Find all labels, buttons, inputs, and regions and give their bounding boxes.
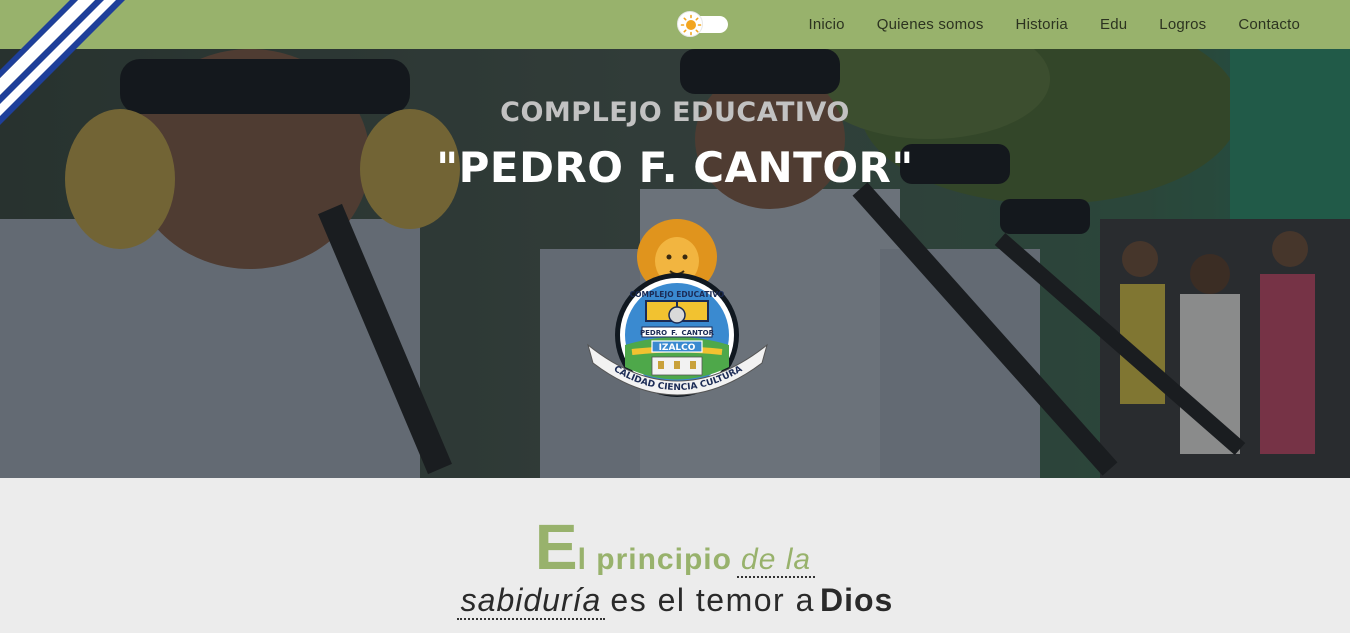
motto-part-5: Dios bbox=[819, 582, 894, 618]
navbar: Inicio Quienes somos Historia Edu Logros… bbox=[0, 0, 1350, 49]
mourning-ribbon bbox=[0, 0, 140, 140]
motto-part-1: l principio bbox=[577, 543, 732, 576]
nav-link-contacto[interactable]: Contacto bbox=[1238, 16, 1300, 33]
motto-part-2: de la bbox=[737, 543, 816, 578]
crest-name-text: PEDRO F. CANTOR bbox=[640, 329, 715, 337]
hero-subtitle: COMPLEJO EDUCATIVO bbox=[500, 97, 850, 128]
theme-toggle[interactable] bbox=[677, 11, 729, 37]
motto-part-3: sabiduría bbox=[456, 582, 606, 620]
motto-section: El principio de la sabiduría es el temor… bbox=[0, 478, 1350, 633]
nav-link-inicio[interactable]: Inicio bbox=[808, 16, 844, 33]
toggle-knob[interactable] bbox=[677, 11, 703, 37]
sun-icon bbox=[680, 14, 702, 36]
crest-top-text: COMPLEJO EDUCATIVO bbox=[630, 290, 725, 299]
hero-title: "PEDRO F. CANTOR" bbox=[436, 143, 914, 192]
motto-line-2: sabiduría es el temor a Dios bbox=[0, 582, 1350, 620]
motto-line-1: El principio de la bbox=[0, 510, 1350, 584]
nav-link-edu[interactable]: Edu bbox=[1100, 16, 1127, 33]
hero-banner: COMPLEJO EDUCATIVO "PEDRO F. CANTOR" PED… bbox=[0, 49, 1350, 478]
nav-link-historia[interactable]: Historia bbox=[1016, 16, 1068, 33]
crest-city-text: IZALCO bbox=[659, 343, 696, 353]
motto-big-letter: E bbox=[534, 511, 578, 583]
school-crest-logo: PEDRO F. CANTOR COMPLEJO EDUCATIVO IZALCO … bbox=[587, 219, 768, 397]
motto-part-4: es el temor a bbox=[610, 582, 815, 618]
nav-links: Inicio Quienes somos Historia Edu Logros… bbox=[776, 0, 1300, 49]
nav-link-quienes-somos[interactable]: Quienes somos bbox=[877, 16, 984, 33]
nav-link-logros[interactable]: Logros bbox=[1159, 16, 1206, 33]
